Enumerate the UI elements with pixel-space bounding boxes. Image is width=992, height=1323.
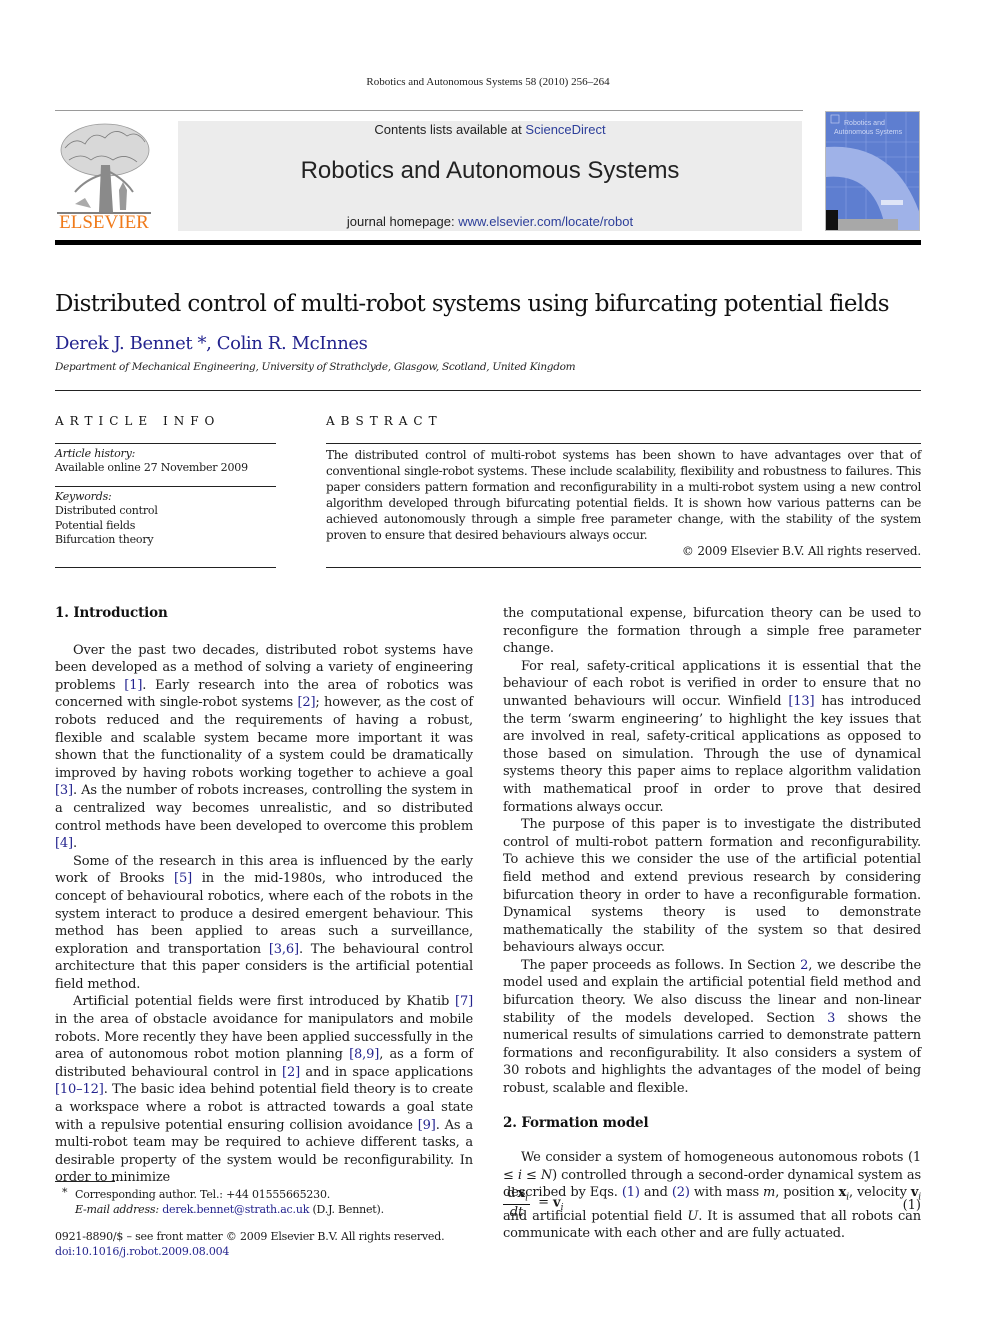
email-label: E-mail address:	[75, 1203, 159, 1216]
keyword-item: Bifurcation theory	[55, 533, 154, 546]
footnote-star: *	[62, 1186, 68, 1199]
citation-link[interactable]: [13]	[788, 694, 814, 709]
author-affiliation: Department of Mechanical Engineering, Un…	[55, 361, 576, 373]
paragraph: The paper proceeds as follows. In Sectio…	[503, 957, 921, 1097]
right-column: the computational expense, bifurcation t…	[503, 605, 921, 1243]
citation-link[interactable]: [5]	[174, 871, 192, 886]
elsevier-wordmark: ELSEVIER	[59, 212, 149, 233]
section-heading-formation-model: 2. Formation model	[503, 1114, 649, 1131]
homepage-prefix: journal homepage:	[346, 214, 459, 229]
citation-link[interactable]: [8,9]	[349, 1047, 379, 1062]
contents-prefix: Contents lists available at	[374, 122, 526, 137]
footnote-corresponding: Corresponding author. Tel.: +44 01555665…	[75, 1188, 331, 1201]
abstract-heading: ABSTRACT	[326, 414, 443, 428]
article-info-heading: ARTICLE INFO	[55, 414, 221, 428]
journal-cover-thumbnail: Robotics and Autonomous Systems	[825, 111, 920, 231]
citation-link[interactable]: [9]	[418, 1118, 436, 1133]
paragraph: Artificial potential fields were first i…	[55, 994, 473, 1186]
equation-fraction: d xi dt	[503, 1186, 530, 1220]
article-info-bottom-rule	[55, 567, 276, 568]
email-suffix: (D.J. Bennet).	[309, 1203, 384, 1216]
keywords-label: Keywords:	[55, 490, 112, 503]
sciencedirect-link[interactable]: ScienceDirect	[525, 122, 605, 137]
citation-link[interactable]: [4]	[55, 836, 73, 851]
citation-link[interactable]: [2]	[297, 695, 315, 710]
abstract-copyright: © 2009 Elsevier B.V. All rights reserved…	[681, 544, 921, 558]
paragraph: Over the past two decades, distributed r…	[55, 642, 473, 852]
author-list: Derek J. Bennet *, Colin R. McInnes	[55, 333, 368, 354]
abstract-text: The distributed control of multi-robot s…	[326, 448, 921, 542]
citation-link[interactable]: [2]	[282, 1065, 300, 1080]
abstract-divider	[326, 443, 921, 444]
header-thick-rule	[55, 240, 921, 245]
corresponding-author-mark[interactable]: *	[192, 333, 207, 354]
keyword-item: Distributed control	[55, 504, 158, 517]
contents-line: Contents lists available at ScienceDirec…	[178, 122, 802, 137]
citation-link[interactable]: [1]	[124, 678, 142, 693]
paragraph: Some of the research in this area is inf…	[55, 853, 473, 992]
footnote-email-line: E-mail address: derek.bennet@strath.ac.u…	[75, 1202, 384, 1217]
issn-line: 0921-8890/$ – see front matter © 2009 El…	[55, 1230, 445, 1243]
author-name[interactable]: Colin R. McInnes	[217, 333, 368, 354]
article-info-divider	[55, 443, 276, 444]
paragraph: The purpose of this paper is to investig…	[503, 817, 921, 956]
paragraph: For real, safety-critical applications i…	[503, 658, 921, 815]
journal-title: Robotics and Autonomous Systems	[300, 157, 680, 184]
keywords-divider	[55, 486, 276, 487]
equation-1: d xi dt = vi (1)	[503, 1186, 921, 1220]
equation-number: (1)	[902, 1198, 921, 1213]
citation-link[interactable]: [3]	[55, 783, 73, 798]
history-label: Article history:	[55, 447, 136, 460]
author-separator: ,	[206, 333, 217, 354]
author-name[interactable]: Derek J. Bennet	[55, 333, 193, 354]
left-column: 1. Introduction Over the past two decade…	[55, 605, 473, 1187]
citation-link[interactable]: [7]	[455, 994, 473, 1009]
doi-link[interactable]: doi:10.1016/j.robot.2009.08.004	[55, 1245, 229, 1258]
history-value: Available online 27 November 2009	[55, 461, 248, 474]
title-divider	[55, 390, 921, 391]
running-head: Robotics and Autonomous Systems 58 (2010…	[366, 76, 610, 88]
paragraph: the computational expense, bifurcation t…	[503, 606, 921, 657]
homepage-line: journal homepage: www.elsevier.com/locat…	[178, 214, 802, 229]
citation-link[interactable]: [10–12]	[55, 1082, 104, 1097]
doi-line: doi:10.1016/j.robot.2009.08.004	[55, 1244, 229, 1259]
cover-title-line2: Autonomous Systems	[834, 129, 903, 136]
section-heading-introduction: 1. Introduction	[55, 605, 168, 621]
cover-title-line1: Robotics and	[844, 120, 885, 127]
keyword-item: Potential fields	[55, 519, 136, 532]
abstract-bottom-rule	[326, 567, 921, 568]
paper-title: Distributed control of multi-robot syste…	[55, 291, 890, 317]
header-divider	[55, 110, 803, 111]
footnote-rule	[55, 1181, 115, 1182]
email-link[interactable]: derek.bennet@strath.ac.uk	[162, 1203, 309, 1216]
citation-link[interactable]: [3,6]	[269, 942, 299, 957]
journal-homepage-link[interactable]: www.elsevier.com/locate/robot	[458, 214, 633, 229]
